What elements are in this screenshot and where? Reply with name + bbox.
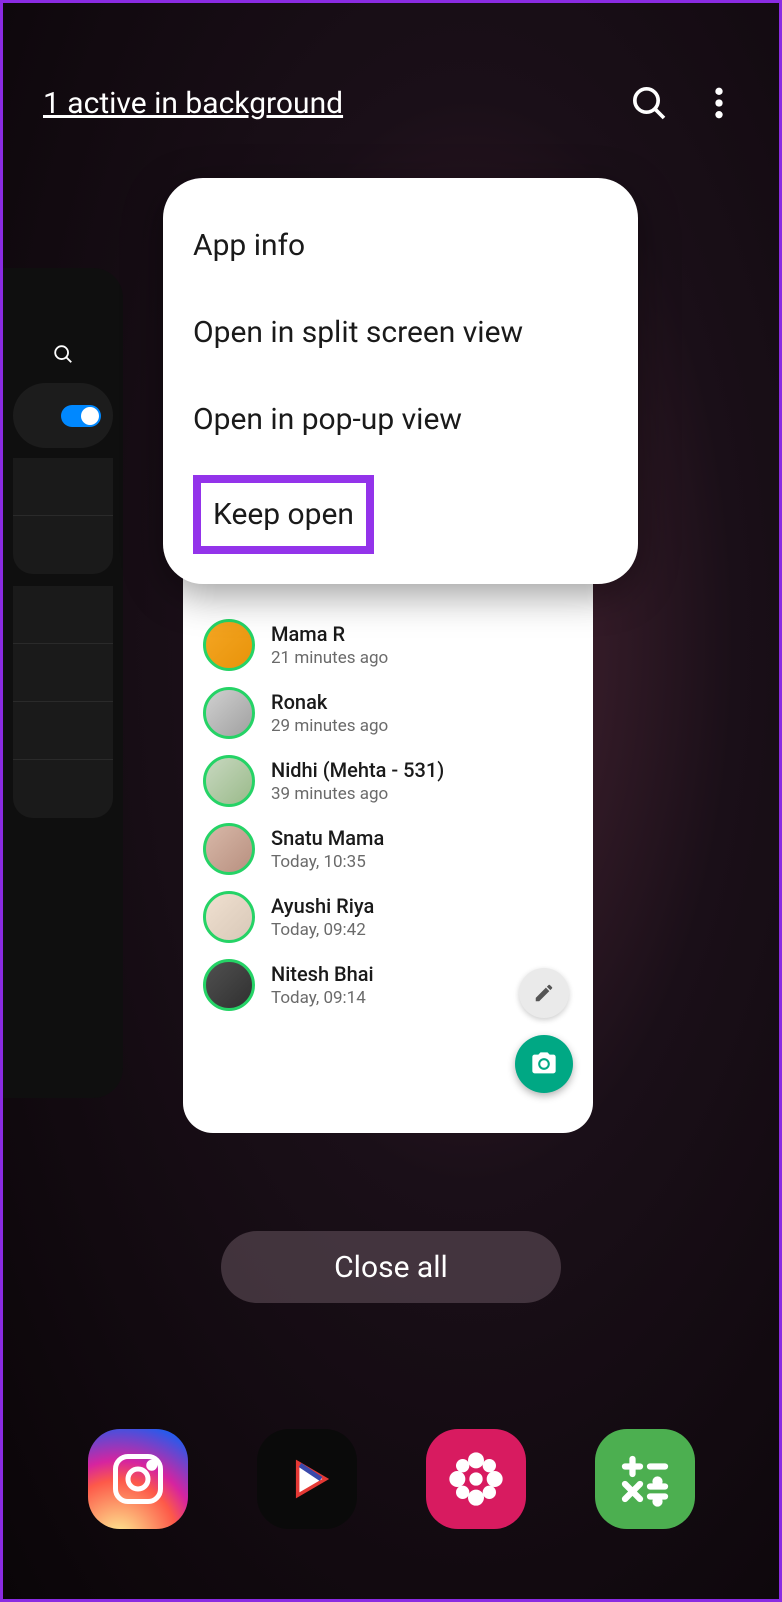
list-item	[13, 644, 113, 702]
status-row[interactable]: Snatu Mama Today, 10:35	[183, 815, 593, 883]
avatar	[203, 823, 255, 875]
status-row[interactable]: Nidhi (Mehta - 531) 39 minutes ago	[183, 747, 593, 815]
menu-item-popup-view[interactable]: Open in pop-up view	[163, 376, 638, 463]
contact-name: Nidhi (Mehta - 531)	[271, 758, 573, 782]
status-row[interactable]: Ronak 29 minutes ago	[183, 679, 593, 747]
avatar	[203, 755, 255, 807]
edit-fab[interactable]	[519, 968, 569, 1018]
toggle-row	[13, 383, 113, 448]
menu-item-keep-open[interactable]: Keep open	[193, 475, 374, 554]
gallery-icon[interactable]	[426, 1429, 526, 1529]
contact-name: Mama R	[271, 622, 573, 646]
list-item	[13, 702, 113, 760]
calculator-icon[interactable]	[595, 1429, 695, 1529]
youtube-icon[interactable]	[257, 1429, 357, 1529]
list-item	[13, 516, 113, 574]
avatar	[203, 687, 255, 739]
app-context-menu: App info Open in split screen view Open …	[163, 178, 638, 584]
menu-item-app-info[interactable]: App info	[163, 202, 638, 289]
avatar	[203, 891, 255, 943]
contact-name: Snatu Mama	[271, 826, 573, 850]
avatar	[203, 619, 255, 671]
list-item	[13, 458, 113, 516]
list-item	[13, 586, 113, 644]
contact-time: 29 minutes ago	[271, 716, 573, 736]
camera-fab[interactable]	[515, 1035, 573, 1093]
instagram-icon[interactable]	[88, 1429, 188, 1529]
background-apps-link[interactable]: 1 active in background	[43, 86, 599, 121]
status-row[interactable]: Ayushi Riya Today, 09:42	[183, 883, 593, 951]
search-icon[interactable]	[629, 83, 669, 123]
contact-time: Today, 10:35	[271, 852, 573, 872]
avatar	[203, 959, 255, 1011]
contact-time: 21 minutes ago	[271, 648, 573, 668]
close-all-button[interactable]: Close all	[221, 1231, 561, 1303]
contact-time: Today, 09:42	[271, 920, 573, 940]
more-icon[interactable]	[699, 83, 739, 123]
recents-top-bar: 1 active in background	[3, 83, 779, 123]
contact-time: 39 minutes ago	[271, 784, 573, 804]
search-icon	[13, 343, 113, 365]
contact-name: Ronak	[271, 690, 573, 714]
list-item	[13, 760, 113, 818]
contact-name: Ayushi Riya	[271, 894, 573, 918]
dock	[3, 1429, 779, 1529]
status-row[interactable]: Mama R 21 minutes ago	[183, 611, 593, 679]
left-app-card[interactable]	[3, 268, 123, 1098]
menu-item-split-screen[interactable]: Open in split screen view	[163, 289, 638, 376]
toggle-switch[interactable]	[61, 405, 101, 427]
